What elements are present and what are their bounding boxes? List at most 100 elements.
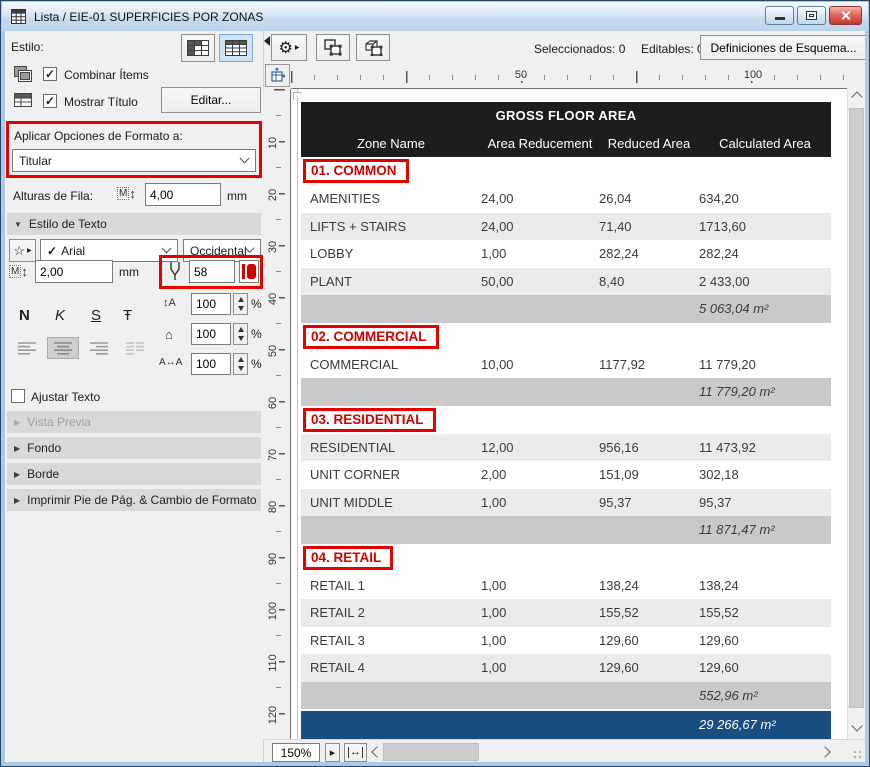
- table-row[interactable]: LOBBY1,00282,24282,24: [301, 240, 831, 268]
- group-label-annotated: 01. COMMON: [303, 159, 409, 183]
- minimize-button[interactable]: [765, 6, 794, 25]
- v-ruler-label: 110: [267, 650, 279, 676]
- group-header-row[interactable]: 01. COMMON: [301, 157, 831, 185]
- select-same-button[interactable]: [316, 34, 350, 61]
- table-row[interactable]: LIFTS + STAIRS24,0071,401713,60: [301, 213, 831, 241]
- table-row[interactable]: UNIT MIDDLE1,0095,3795,37: [301, 489, 831, 517]
- table-row[interactable]: RETAIL 31,00129,60129,60: [301, 627, 831, 655]
- align-right-button[interactable]: [83, 337, 115, 359]
- table-row[interactable]: RESIDENTIAL12,00956,1611 473,92: [301, 434, 831, 462]
- window-title: Lista / EIE-01 SUPERFICIES POR ZONAS: [34, 10, 263, 24]
- group-header-row[interactable]: 03. RESIDENTIAL: [301, 406, 831, 434]
- v-ruler-label: 50: [267, 338, 279, 364]
- group-header-row[interactable]: 02. COMMERCIAL: [301, 323, 831, 351]
- font-dropdown[interactable]: ✓ Arial: [40, 239, 178, 262]
- strikethrough-button[interactable]: Ŧ: [123, 307, 132, 324]
- horizontal-scroll-thumb[interactable]: [383, 743, 479, 761]
- table-row[interactable]: AMENITIES24,0026,04634,20: [301, 185, 831, 213]
- font-size-input[interactable]: [35, 260, 113, 283]
- zoom-level-input[interactable]: [272, 743, 320, 762]
- line-spacing-input[interactable]: [191, 293, 231, 315]
- editable-count: Editables: 0: [641, 42, 704, 56]
- group-subtotal-row[interactable]: 11 779,20 m²: [301, 378, 831, 406]
- maximize-button[interactable]: [797, 6, 826, 25]
- settings-menu-button[interactable]: ⚙ ▶: [271, 34, 307, 61]
- scroll-up-button[interactable]: [848, 89, 865, 106]
- align-justify-button[interactable]: [119, 337, 151, 359]
- group-subtotal-row[interactable]: 552,96 m²: [301, 682, 831, 710]
- width-factor-stepper[interactable]: [233, 323, 248, 345]
- table-style-1-icon: [187, 40, 209, 56]
- width-factor-input[interactable]: [191, 323, 231, 345]
- zoom-menu-button[interactable]: ▶: [325, 743, 340, 762]
- section-border[interactable]: ▶ Borde: [7, 463, 261, 485]
- show-title-checkbox[interactable]: ✓: [43, 94, 57, 108]
- apply-format-dropdown[interactable]: Titular: [12, 149, 256, 172]
- combine-items-label: Combinar Ítems: [64, 68, 149, 82]
- subtotal-value: 552,96 m²: [699, 688, 831, 703]
- col-header-calculated-area[interactable]: Calculated Area: [699, 136, 831, 151]
- star-icon: ☆: [13, 243, 25, 259]
- italic-button[interactable]: K: [55, 307, 65, 324]
- row-height-input[interactable]: [145, 183, 221, 206]
- grand-total-row[interactable]: 29 266,67 m²: [301, 711, 831, 739]
- wrap-text-checkbox[interactable]: [11, 389, 25, 403]
- fit-width-button[interactable]: ↔: [344, 743, 367, 762]
- resize-grip[interactable]: [853, 750, 863, 760]
- table-row[interactable]: RETAIL 41,00129,60129,60: [301, 654, 831, 682]
- close-icon: [840, 10, 851, 21]
- edit-title-button[interactable]: Editar...: [161, 87, 261, 113]
- chevron-right-icon: [819, 746, 830, 757]
- table-row[interactable]: RETAIL 11,00138,24138,24: [301, 572, 831, 600]
- style-grid-button[interactable]: [219, 34, 253, 62]
- vertical-scroll-thumb[interactable]: [849, 108, 864, 708]
- select-elements-button[interactable]: [356, 34, 390, 61]
- group-label-annotated: 04. RETAIL: [303, 546, 393, 570]
- table-row[interactable]: COMMERCIAL10,001177,9211 779,20: [301, 351, 831, 379]
- wrap-text-label: Ajustar Texto: [31, 390, 100, 404]
- section-background[interactable]: ▶ Fondo: [7, 437, 261, 459]
- flyout-arrow-icon: ▶: [330, 749, 335, 757]
- vertical-scrollbar[interactable]: [847, 89, 864, 739]
- section-print-footer[interactable]: ▶ Imprimir Pie de Pág. & Cambio de Forma…: [7, 489, 261, 511]
- line-spacing-stepper[interactable]: [233, 293, 248, 315]
- scroll-down-button[interactable]: [848, 722, 865, 739]
- section-text-style[interactable]: ▼ Estilo de Texto: [7, 213, 261, 235]
- table-row[interactable]: UNIT CORNER2,00151,09302,18: [301, 461, 831, 489]
- group-subtotal-row[interactable]: 5 063,04 m²: [301, 295, 831, 323]
- pen-number-input[interactable]: [189, 260, 235, 283]
- scheme-settings-button[interactable]: Definiciones de Esquema...: [700, 35, 865, 60]
- bold-button[interactable]: N: [19, 307, 30, 324]
- check-icon: ✓: [47, 244, 57, 258]
- align-center-button[interactable]: [47, 337, 79, 359]
- encoding-dropdown[interactable]: Occidental: [183, 239, 261, 262]
- letter-spacing-stepper[interactable]: [233, 353, 248, 375]
- scroll-left-button[interactable]: [370, 745, 381, 759]
- favorites-button[interactable]: ☆ ▶: [9, 239, 36, 262]
- ruler-origin-button[interactable]: [265, 64, 290, 87]
- schedule-area: ⚙ ▶ Seleccionado: [264, 31, 865, 762]
- letter-spacing-input[interactable]: [191, 353, 231, 375]
- align-justify-icon: [126, 342, 144, 355]
- width-factor-icon: ⌂: [165, 327, 173, 342]
- col-header-area-reducement[interactable]: Area Reducement: [481, 136, 599, 151]
- underline-button[interactable]: S: [91, 307, 101, 324]
- table-column-headers[interactable]: Zone Name Area Reducement Reduced Area C…: [301, 129, 831, 157]
- page-edge-line: [297, 89, 298, 739]
- horizontal-ruler: 50 100: [291, 65, 847, 89]
- pen-color-swatch[interactable]: [239, 260, 259, 283]
- group-header-row[interactable]: 04. RETAIL: [301, 544, 831, 572]
- style-compact-button[interactable]: [181, 34, 215, 62]
- table-row[interactable]: PLANT50,008,402 433,00: [301, 268, 831, 296]
- table-style-2-icon: [225, 40, 247, 56]
- combine-items-checkbox[interactable]: ✓: [43, 67, 57, 81]
- col-header-reduced-area[interactable]: Reduced Area: [599, 136, 699, 151]
- table-row[interactable]: RETAIL 21,00155,52155,52: [301, 599, 831, 627]
- col-header-zone-name[interactable]: Zone Name: [301, 136, 481, 151]
- group-subtotal-row[interactable]: 11 871,47 m²: [301, 516, 831, 544]
- close-button[interactable]: [829, 6, 862, 25]
- v-ruler-label: 60: [267, 390, 279, 416]
- scroll-right-button[interactable]: [821, 745, 832, 759]
- align-left-button[interactable]: [11, 337, 43, 359]
- section-collapsed-icon: ▶: [14, 418, 20, 427]
